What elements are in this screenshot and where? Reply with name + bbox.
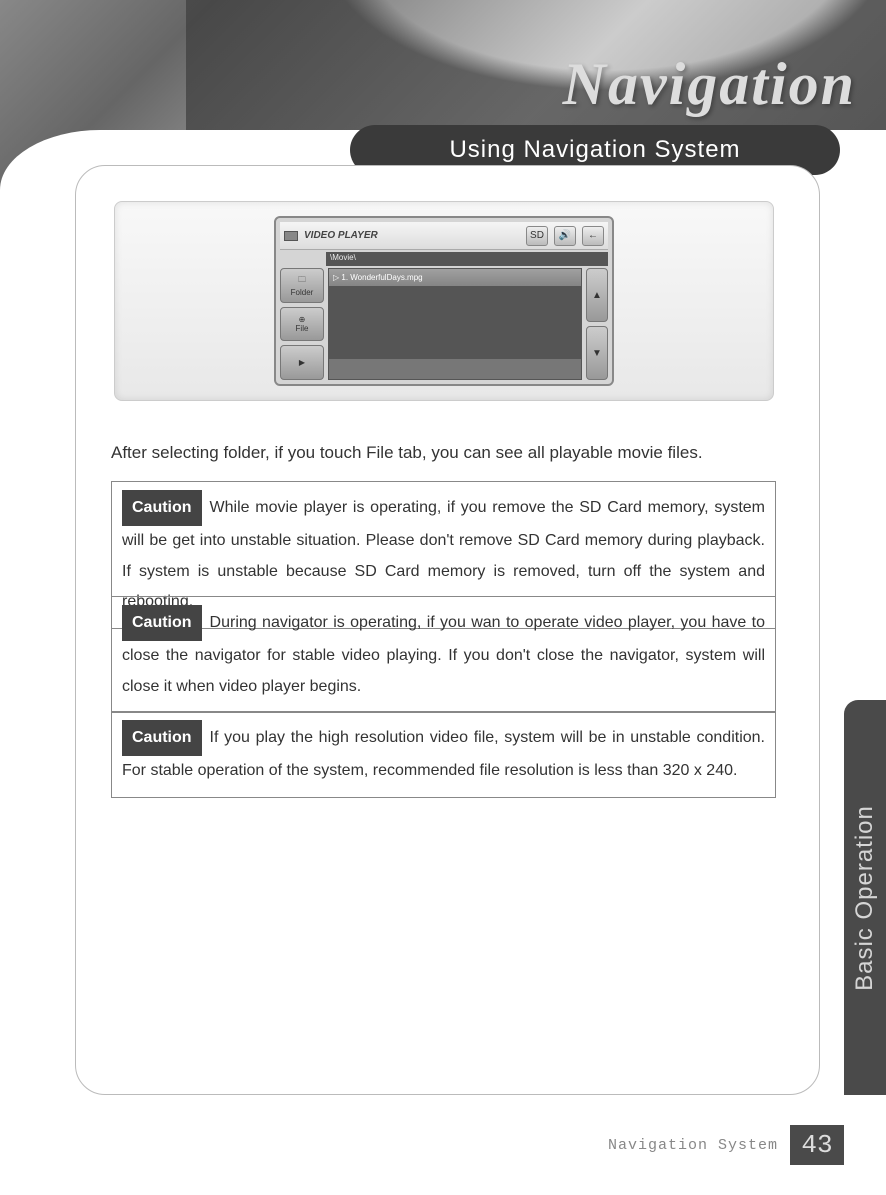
video-player-path: \Movie\ — [326, 252, 608, 266]
side-tab: Basic Operation — [844, 700, 886, 1095]
file-icon: ⊕ — [299, 315, 306, 324]
file-tab-label: File — [296, 324, 309, 333]
sd-card-icon[interactable]: SD — [526, 226, 548, 246]
screenshot-container: VIDEO PLAYER SD 🔊 ← \Movie\ 🗀 Folder ⊕ F… — [114, 201, 774, 401]
folder-icon: 🗀 — [298, 274, 306, 288]
caution-2-text: During navigator is operating, if you wa… — [122, 614, 765, 695]
caution-label: Caution — [122, 490, 202, 526]
list-item — [329, 305, 581, 323]
folder-tab-label: Folder — [291, 288, 314, 297]
caution-label: Caution — [122, 720, 202, 756]
play-button[interactable]: ▶ — [280, 345, 324, 380]
video-player-body: 🗀 Folder ⊕ File ▶ ▷ 1. WonderfulDays.mpg — [280, 268, 608, 380]
list-item[interactable]: ▷ 1. WonderfulDays.mpg — [329, 269, 581, 287]
scroll-down-button[interactable]: ▼ — [586, 326, 608, 380]
footer-label: Navigation System — [608, 1137, 778, 1154]
side-tab-label: Basic Operation — [851, 805, 879, 991]
list-item — [329, 287, 581, 305]
caution-3-text: If you play the high resolution video fi… — [122, 729, 765, 779]
list-item — [329, 341, 581, 359]
speaker-icon[interactable]: 🔊 — [554, 226, 576, 246]
video-player-window: VIDEO PLAYER SD 🔊 ← \Movie\ 🗀 Folder ⊕ F… — [274, 216, 614, 386]
video-player-title: VIDEO PLAYER — [304, 230, 520, 241]
back-icon[interactable]: ← — [582, 226, 604, 246]
scroll-controls: ▲ ▼ — [586, 268, 608, 380]
file-list: ▷ 1. WonderfulDays.mpg — [328, 268, 582, 380]
video-player-titlebar: VIDEO PLAYER SD 🔊 ← — [280, 222, 608, 250]
caution-box-3: CautionIf you play the high resolution v… — [111, 711, 776, 798]
brand-title: Navigation — [563, 50, 856, 119]
footer: Navigation System 43 — [608, 1125, 844, 1165]
list-item — [329, 323, 581, 341]
video-player-sidebar: 🗀 Folder ⊕ File ▶ — [280, 268, 324, 380]
intro-paragraph: After selecting folder, if you touch Fil… — [111, 441, 791, 465]
caution-1-text: While movie player is operating, if you … — [122, 499, 765, 610]
section-title-text: Using Navigation System — [449, 136, 740, 164]
caution-label: Caution — [122, 605, 202, 641]
page-number: 43 — [790, 1125, 844, 1165]
sd-icon — [284, 231, 298, 241]
caution-box-2: CautionDuring navigator is operating, if… — [111, 596, 776, 713]
scroll-up-button[interactable]: ▲ — [586, 268, 608, 322]
play-icon: ▶ — [299, 358, 305, 367]
file-tab[interactable]: ⊕ File — [280, 307, 324, 342]
content-frame: VIDEO PLAYER SD 🔊 ← \Movie\ 🗀 Folder ⊕ F… — [75, 165, 820, 1095]
folder-tab[interactable]: 🗀 Folder — [280, 268, 324, 303]
